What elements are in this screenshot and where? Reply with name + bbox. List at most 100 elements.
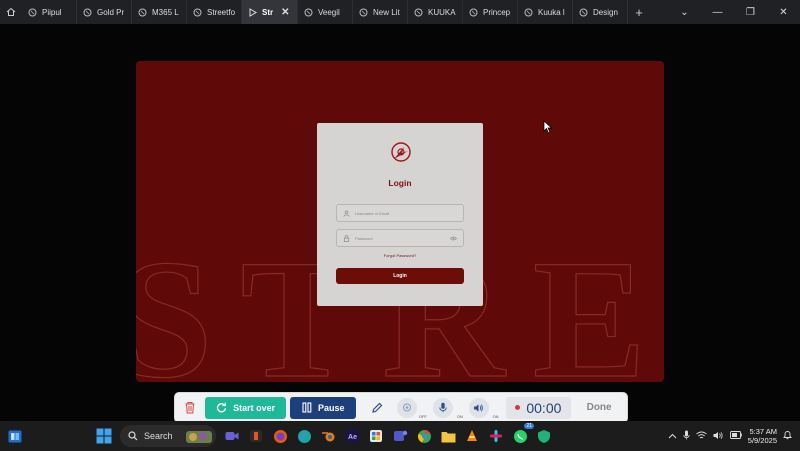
clock-date: 5/9/2025 <box>747 436 777 445</box>
pause-label: Pause <box>318 402 345 413</box>
draw-button[interactable] <box>364 397 390 419</box>
password-placeholder: Password <box>355 235 373 241</box>
new-tab-button[interactable]: + <box>628 0 650 24</box>
mic-tray-icon[interactable] <box>683 430 690 442</box>
camera-toggle[interactable]: OFF <box>394 397 427 419</box>
meet-icon[interactable] <box>220 424 244 448</box>
eye-icon[interactable] <box>450 235 457 242</box>
speaker-icon <box>474 403 483 412</box>
browser-tab-0[interactable]: Piipul <box>22 0 77 24</box>
start-over-label: Start over <box>233 402 276 413</box>
volume-icon[interactable] <box>713 431 724 442</box>
wifi-icon[interactable] <box>696 431 707 442</box>
pause-button[interactable]: Pause <box>290 396 357 419</box>
tab-label: M365 L <box>152 7 179 17</box>
username-field[interactable]: Username or Email <box>336 204 464 222</box>
taskbar-search[interactable]: Search <box>120 425 216 447</box>
system-tray: 5:37 AM 5/9/2025 <box>668 421 800 451</box>
whatsapp-icon[interactable]: 21 <box>508 423 534 448</box>
windows-logo-icon <box>96 428 112 444</box>
edge-icon[interactable] <box>292 424 316 448</box>
webcam-icon <box>402 403 411 411</box>
screen: Piipul Gold Pr M365 L Streetfo Str ✕ Veegil New… <box>0 0 800 451</box>
camera-state: OFF <box>418 413 427 419</box>
clock[interactable]: 5:37 AM 5/9/2025 <box>748 427 777 445</box>
after-effects-icon[interactable]: Ae <box>340 424 364 448</box>
browser-tab-3[interactable]: Streetfo <box>187 0 242 24</box>
slack-icon[interactable] <box>484 424 508 448</box>
tab-label: Veegil <box>318 7 340 17</box>
system-audio-state: ON <box>492 413 499 419</box>
browser-tab-7[interactable]: KUUKA <box>408 0 463 24</box>
play-icon <box>249 7 257 17</box>
notification-bell-icon[interactable] <box>783 430 792 442</box>
browser-tab-4[interactable]: Str ✕ <box>242 0 298 24</box>
login-button[interactable]: Login <box>336 268 464 284</box>
browser-tab-1[interactable]: Gold Pr <box>77 0 132 24</box>
forgot-password-link[interactable]: Forgot Password? <box>317 253 483 258</box>
window-controls: ⌄ — ❐ ✕ <box>668 0 800 24</box>
tab-label: Gold Pr <box>97 7 125 17</box>
favicon-icon <box>414 8 423 16</box>
chevron-up-icon[interactable] <box>668 431 677 441</box>
browser-tab-2[interactable]: M365 L <box>132 0 187 24</box>
login-title: Login <box>388 178 412 188</box>
tab-search-chevron-icon[interactable]: ⌄ <box>668 7 701 18</box>
trash-icon <box>185 402 195 414</box>
search-icon <box>128 431 138 441</box>
clock-time: 5:37 AM <box>749 427 777 436</box>
chrome-icon[interactable] <box>412 424 436 448</box>
recording-dot-icon <box>515 405 521 410</box>
tab-label: Str <box>262 7 274 17</box>
browser-tab-5[interactable]: Veegil <box>298 0 353 24</box>
browser-tab-bar: Piipul Gold Pr M365 L Streetfo Str ✕ Veegil New… <box>0 0 800 24</box>
restart-icon <box>217 402 227 413</box>
widgets-icon[interactable] <box>0 430 30 443</box>
start-button[interactable] <box>92 424 116 448</box>
browser-tab-8[interactable]: Princep <box>463 0 518 24</box>
close-window-button[interactable]: ✕ <box>767 7 800 18</box>
teams-icon[interactable] <box>388 424 412 448</box>
login-card: Login Username or Email Password Forgot … <box>317 123 483 306</box>
password-field[interactable]: Password <box>336 229 464 247</box>
windows-taskbar: Search Ae 21 5:37 AM 5/9/2025 <box>0 421 800 451</box>
firefox-icon[interactable] <box>268 424 292 448</box>
browser-tab-6[interactable]: New Lit <box>353 0 408 24</box>
system-audio-toggle[interactable]: ON <box>466 397 499 419</box>
figma-taskbar-icon[interactable] <box>244 424 268 448</box>
delete-recording-button[interactable] <box>179 401 201 414</box>
tab-label: KUUKA <box>428 7 456 17</box>
restore-button[interactable]: ❐ <box>734 7 767 18</box>
search-label: Search <box>144 431 173 441</box>
favicon-icon <box>579 8 588 16</box>
pen-icon <box>372 402 383 413</box>
favicon-icon <box>304 8 313 16</box>
minimize-button[interactable]: — <box>701 7 734 18</box>
close-tab-icon[interactable]: ✕ <box>281 7 289 18</box>
microphone-toggle[interactable]: ON <box>430 397 463 419</box>
file-explorer-icon[interactable] <box>436 424 460 448</box>
tab-label: New Lit <box>373 7 400 17</box>
app-grid-icon[interactable] <box>364 424 388 448</box>
favicon-icon <box>83 8 92 16</box>
microphone-state: ON <box>456 413 463 419</box>
tab-label: Design <box>593 7 618 17</box>
tab-label: Kuuka l <box>538 7 565 17</box>
favicon-icon <box>359 8 368 16</box>
browser-tab-10[interactable]: Design <box>573 0 628 24</box>
blender-icon[interactable] <box>316 424 340 448</box>
tab-label: Princep <box>483 7 511 17</box>
page-viewport: STREE Login Username or Email Password F… <box>0 24 800 420</box>
done-button[interactable]: Done <box>575 402 623 413</box>
browser-tab-9[interactable]: Kuuka l <box>518 0 573 24</box>
favicon-icon <box>138 8 147 16</box>
vpn-shield-icon[interactable] <box>532 424 556 448</box>
favicon-icon <box>193 8 202 16</box>
mouse-cursor-icon <box>543 120 553 134</box>
vlc-icon[interactable] <box>460 424 484 448</box>
battery-icon[interactable] <box>729 431 742 441</box>
start-over-button[interactable]: Start over <box>204 396 287 419</box>
username-placeholder: Username or Email <box>355 210 390 216</box>
lock-icon <box>343 234 350 242</box>
home-icon[interactable] <box>0 0 22 24</box>
